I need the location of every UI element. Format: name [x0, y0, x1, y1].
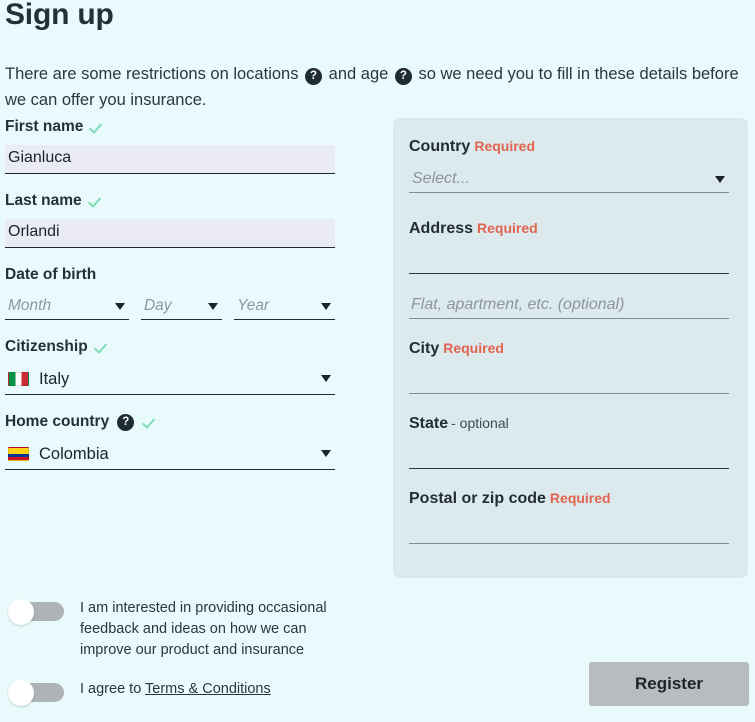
citizenship-select[interactable]: Italy	[5, 365, 335, 395]
terms-consent-label: I agree to Terms & Conditions	[80, 679, 271, 700]
last-name-input[interactable]	[5, 219, 335, 248]
chevron-down-icon	[321, 450, 331, 457]
citizenship-valid-check-icon	[94, 340, 109, 355]
state-input[interactable]	[409, 443, 729, 469]
home-country-select[interactable]: Colombia	[5, 440, 335, 470]
country-field: Country Required Select...	[409, 136, 732, 193]
dob-day-select[interactable]: Day	[140, 293, 223, 320]
first-name-label: First name	[5, 118, 84, 135]
state-label: State	[409, 415, 449, 432]
address-line2-field	[409, 293, 732, 319]
register-button[interactable]: Register	[589, 662, 749, 706]
last-name-label: Last name	[5, 192, 82, 209]
address-required-badge: Required	[477, 220, 538, 236]
locations-help-icon[interactable]: ?	[305, 67, 323, 85]
country-label: Country	[409, 138, 471, 155]
terms-consent-prefix: I agree to	[80, 681, 146, 697]
country-value: Select...	[412, 170, 470, 187]
home-country-valid-check-icon	[142, 415, 157, 430]
terms-consent-row: I agree to Terms & Conditions	[8, 679, 388, 706]
first-name-valid-check-icon	[89, 120, 104, 135]
city-input[interactable]	[409, 368, 729, 394]
state-optional-badge: - optional	[451, 415, 509, 431]
home-country-help-icon[interactable]: ?	[117, 413, 135, 431]
postal-code-label: Postal or zip code	[409, 490, 546, 507]
postal-code-input[interactable]	[409, 518, 729, 544]
chevron-down-icon	[114, 303, 125, 310]
chevron-down-icon	[208, 303, 219, 310]
address-line1-input[interactable]	[409, 248, 729, 274]
consent-toggles: I am interested in providing occasional …	[8, 598, 388, 722]
dob-year-value: Year	[237, 297, 270, 314]
postal-code-field: Postal or zip code Required	[409, 488, 732, 544]
toggle-knob	[8, 680, 34, 706]
state-label-row: State - optional	[409, 413, 732, 434]
address-panel: Country Required Select... Address Require…	[393, 118, 748, 578]
intro-text-part1: There are some restrictions on locations	[5, 64, 299, 83]
first-name-field: First name	[5, 118, 335, 174]
last-name-field: Last name	[5, 192, 335, 248]
address-label: Address	[409, 220, 474, 237]
country-select[interactable]: Select...	[409, 166, 729, 193]
date-of-birth-label: Date of birth	[5, 266, 97, 283]
city-required-badge: Required	[443, 340, 504, 356]
date-of-birth-label-row: Date of birth	[5, 266, 335, 284]
intro-text-part2: and age	[328, 64, 389, 83]
dob-year-select[interactable]: Year	[234, 293, 335, 320]
feedback-consent-label: I am interested in providing occasional …	[80, 600, 327, 658]
colombia-flag-icon	[8, 447, 29, 461]
intro-paragraph: There are some restrictions on locations…	[5, 61, 750, 113]
postal-code-required-badge: Required	[549, 490, 611, 506]
city-label: City	[409, 340, 440, 357]
last-name-label-row: Last name	[5, 192, 335, 210]
citizenship-label: Citizenship	[5, 338, 88, 355]
city-field: City Required	[409, 338, 732, 394]
postal-code-label-row: Postal or zip code Required	[409, 488, 732, 509]
chevron-down-icon	[321, 375, 331, 382]
home-country-value: Colombia	[39, 445, 109, 463]
country-label-row: Country Required	[409, 136, 732, 157]
last-name-valid-check-icon	[88, 194, 103, 209]
toggle-knob	[8, 599, 34, 625]
citizenship-field: Citizenship Italy	[5, 338, 335, 395]
home-country-field: Home country ? Colombia	[5, 413, 335, 470]
age-help-icon[interactable]: ?	[394, 67, 412, 85]
home-country-value-row: Colombia	[5, 440, 335, 468]
first-name-input[interactable]	[5, 145, 335, 174]
italy-flag-icon	[8, 372, 29, 386]
citizenship-value: Italy	[39, 370, 70, 388]
personal-details-column: First name Last name Date of birth Month	[5, 118, 335, 488]
citizenship-label-row: Citizenship	[5, 338, 335, 356]
address-line2-input[interactable]	[409, 293, 729, 319]
home-country-label: Home country	[5, 413, 110, 430]
country-required-badge: Required	[474, 138, 536, 154]
address-label-row: Address Required	[409, 218, 732, 239]
page-title: Sign up	[5, 0, 114, 31]
state-field: State - optional	[409, 413, 732, 469]
home-country-label-row: Home country ?	[5, 413, 335, 431]
citizenship-value-row: Italy	[5, 365, 335, 393]
feedback-consent-toggle[interactable]	[8, 599, 64, 625]
dob-month-value: Month	[8, 297, 52, 314]
date-of-birth-selects: Month Day Year	[5, 293, 335, 320]
city-label-row: City Required	[409, 338, 732, 359]
address-field: Address Required	[409, 218, 732, 274]
chevron-down-icon	[715, 176, 725, 183]
signup-page: Sign up There are some restrictions on l…	[0, 0, 755, 720]
first-name-label-row: First name	[5, 118, 335, 136]
dob-month-select[interactable]: Month	[5, 293, 129, 320]
terms-and-conditions-link[interactable]: Terms & Conditions	[145, 681, 271, 697]
chevron-down-icon	[321, 303, 331, 310]
terms-consent-toggle[interactable]	[8, 680, 64, 706]
date-of-birth-field: Date of birth Month Day Year	[5, 266, 335, 320]
feedback-consent-row: I am interested in providing occasional …	[8, 598, 388, 661]
